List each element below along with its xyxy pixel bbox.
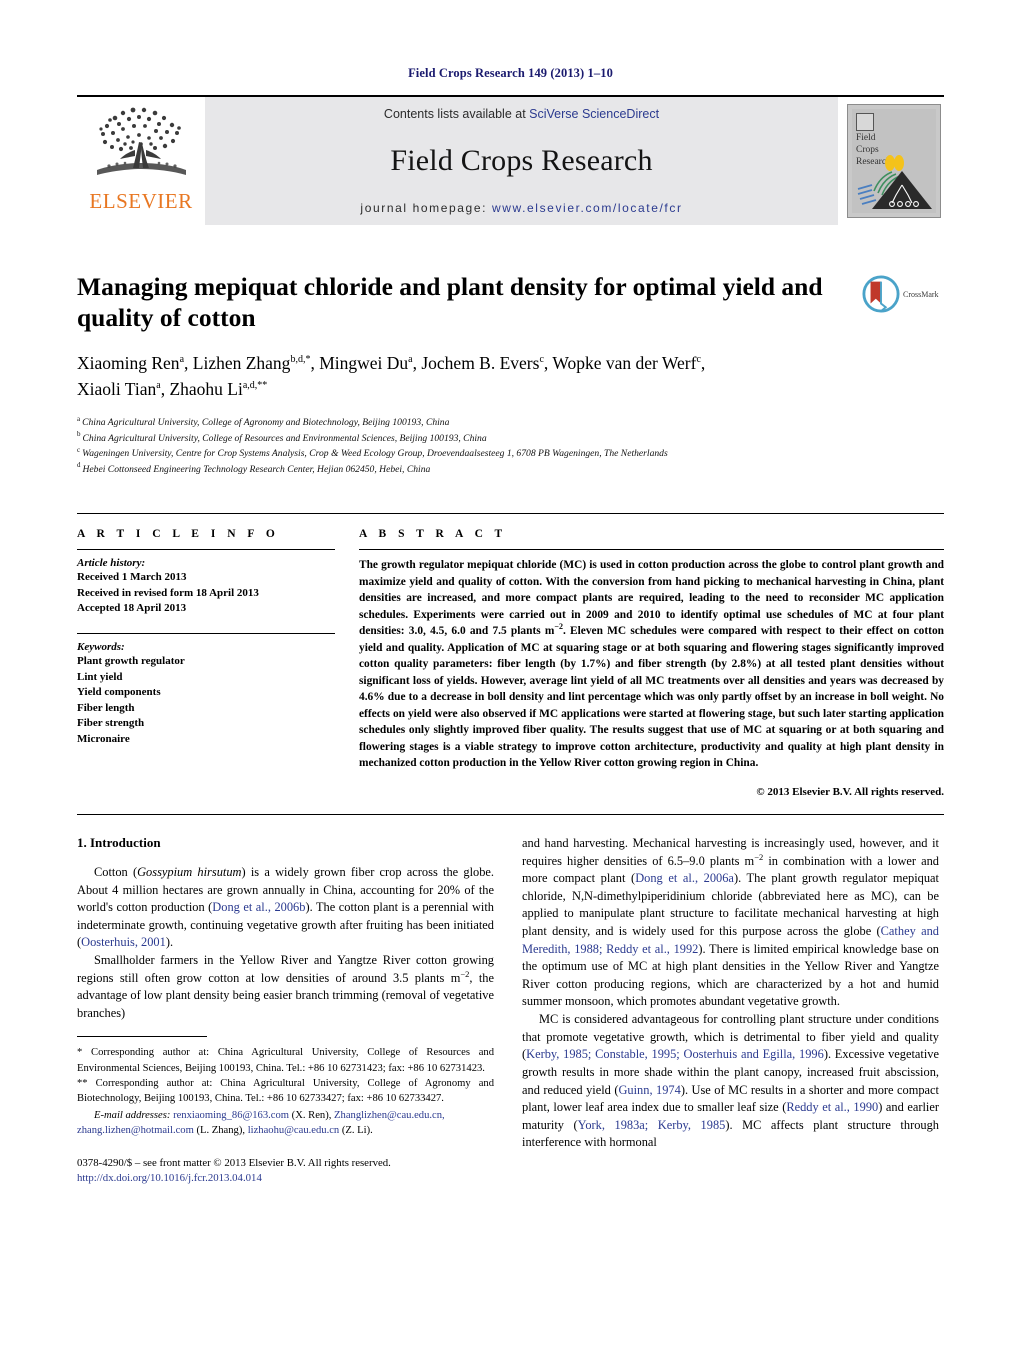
email-label: E-mail addresses: [94, 1109, 171, 1121]
author-line-2: Xiaoli Tiana, Zhaohu Lia,d,** [77, 378, 268, 399]
keyword-item: Fiber length [77, 701, 135, 714]
journal-masthead: ELSEVIER Contents lists available at Sci… [77, 95, 944, 225]
divider [77, 814, 944, 815]
affiliation-text: Wageningen University, Centre for Crop S… [82, 448, 668, 460]
info-abstract-section: A R T I C L E I N F O Article history: R… [77, 513, 944, 798]
journal-title: Field Crops Research [390, 144, 653, 177]
running-head: Field Crops Research 149 (2013) 1–10 [408, 66, 613, 80]
text-run: (L. Zhang), [193, 1124, 248, 1136]
paper-page: Field Crops Research 149 (2013) 1–10 ELS… [0, 0, 1021, 1351]
sciencedirect-link[interactable]: SciVerse ScienceDirect [529, 107, 659, 121]
elsevier-logo: ELSEVIER [77, 97, 205, 225]
affiliation-item: c Wageningen University, Centre for Crop … [77, 445, 668, 460]
abstract-part-2: . Eleven MC schedules were compared with… [359, 625, 944, 770]
elsevier-tree-icon [97, 107, 186, 175]
text-run: Smallholder farmers in the Yellow River … [77, 953, 494, 985]
author-line-1: Xiaoming Rena, Lizhen Zhangb,d,*, Mingwe… [77, 353, 706, 374]
abstract-column: A B S T R A C T The growth regulator mep… [359, 528, 944, 798]
keyword-item: Plant growth regulator [77, 654, 185, 667]
divider [77, 632, 335, 634]
abstract-superscript: −2 [554, 622, 563, 632]
cover-artwork-icon [857, 155, 932, 209]
issn-line: 0378-4290/$ – see front matter © 2013 El… [77, 1156, 391, 1169]
citation-link[interactable]: Dong et al., 2006a [635, 871, 734, 885]
keywords-label: Keywords: [77, 640, 125, 653]
article-info-column: A R T I C L E I N F O Article history: R… [77, 528, 335, 798]
issn-footer: 0378-4290/$ – see front matter © 2013 El… [77, 1156, 494, 1187]
author-list: Xiaoming Rena, Lizhen Zhangb,d,*, Mingwe… [77, 351, 877, 402]
email-link[interactable]: renxiaoming_86@163.com [173, 1110, 289, 1121]
email-link[interactable]: lizhaohu@cau.edu.cn [248, 1125, 340, 1136]
corresponding-author-note-2: ** Corresponding author at: China Agricu… [77, 1077, 494, 1104]
paragraph: and hand harvesting. Mechanical harvesti… [522, 835, 939, 1011]
doi-link[interactable]: http://dx.doi.org/10.1016/j.fcr.2013.04.… [77, 1171, 494, 1187]
journal-banner: Contents lists available at SciVerse Sci… [205, 97, 838, 225]
keyword-item: Yield components [77, 686, 161, 699]
text-run: Cotton ( [94, 865, 138, 879]
keyword-item: Fiber strength [77, 717, 145, 730]
citation-link[interactable]: Reddy et al., 1990 [786, 1100, 878, 1114]
email-addresses-note: E-mail addresses: renxiaoming_86@163.com… [77, 1108, 494, 1138]
text-run: ). [165, 935, 174, 950]
title-and-authors: Managing mepiquat chloride and plant den… [77, 271, 944, 477]
divider [77, 549, 335, 551]
crossmark-icon [862, 275, 900, 313]
affiliation-text: China Agricultural University, College o… [82, 432, 487, 444]
affiliation-item: d Hebei Cottonseed Engineering Technology… [77, 461, 431, 475]
article-history-label: Article history: [77, 557, 146, 570]
section-heading-introduction: 1. Introduction [77, 835, 161, 850]
paragraph: MC is considered advantageous for contro… [522, 1011, 939, 1152]
email-link[interactable]: Zhanglizhen@cau.edu.cn, [334, 1110, 445, 1121]
cover-image: Field Crops Research [847, 104, 941, 218]
body-columns: 1. Introduction Cotton (Gossypium hirsut… [77, 835, 944, 1187]
abstract-text: The growth regulator mepiquat chloride (… [359, 557, 944, 772]
affiliation-item: a China Agricultural University, College … [77, 414, 450, 428]
contents-prefix: Contents lists available at [383, 107, 530, 121]
abstract-heading: A B S T R A C T [359, 528, 507, 541]
journal-homepage-line: journal homepage: www.elsevier.com/locat… [360, 201, 682, 215]
article-info-heading: A R T I C L E I N F O [77, 528, 280, 541]
journal-cover-thumbnail: Field Crops Research [838, 97, 944, 225]
homepage-prefix: journal homepage: [360, 201, 492, 215]
corresponding-author-note-1: * Corresponding author at: China Agricul… [77, 1047, 494, 1074]
page-title: Managing mepiquat chloride and plant den… [77, 272, 823, 333]
keyword-item: Micronaire [77, 732, 130, 745]
left-column: 1. Introduction Cotton (Gossypium hirsut… [77, 835, 494, 1187]
affiliation-text: China Agricultural University, College o… [82, 416, 450, 428]
crossmark-label: CrossMark [903, 289, 939, 299]
affiliation-item: b China Agricultural University, College … [77, 430, 487, 444]
citation-link[interactable]: Kerby, 1985; Constable, 1995; Oosterhuis… [526, 1047, 824, 1061]
contents-available-line: Contents lists available at SciVerse Sci… [384, 107, 659, 121]
history-item: Accepted 18 April 2013 [77, 602, 187, 615]
crossmark-badge[interactable]: CrossMark [862, 275, 944, 313]
divider [359, 549, 944, 551]
paragraph: Cotton (Gossypium hirsutum) is a widely … [77, 864, 494, 952]
history-item: Received 1 March 2013 [77, 571, 187, 584]
copyright-line: © 2013 Elsevier B.V. All rights reserved… [756, 786, 944, 798]
citation-link[interactable]: Guinn, 1974 [618, 1083, 680, 1097]
history-item: Received in revised form 18 April 2013 [77, 586, 259, 599]
keyword-item: Lint yield [77, 670, 123, 683]
citation-link[interactable]: York, 1983a; Kerby, 1985 [578, 1118, 726, 1132]
superscript: −2 [754, 851, 764, 862]
citation-link[interactable]: Oosterhuis, 2001 [81, 935, 166, 949]
text-run: (X. Ren), [289, 1109, 335, 1121]
elsevier-wordmark: ELSEVIER [89, 189, 193, 213]
right-column: and hand harvesting. Mechanical harvesti… [522, 835, 939, 1187]
text-run: (Z. Li). [339, 1124, 373, 1136]
email-link[interactable]: zhang.lizhen@hotmail.com [77, 1125, 194, 1136]
affiliation-list: a China Agricultural University, College … [77, 415, 944, 477]
citation-link[interactable]: Dong et al., 2006b [212, 900, 305, 914]
species-name: Gossypium hirsutum [137, 865, 242, 879]
homepage-url-link[interactable]: www.elsevier.com/locate/fcr [492, 201, 683, 215]
affiliation-text: Hebei Cottonseed Engineering Technology … [82, 463, 431, 475]
footnote-divider [77, 1036, 207, 1045]
paragraph: Smallholder farmers in the Yellow River … [77, 952, 494, 1022]
